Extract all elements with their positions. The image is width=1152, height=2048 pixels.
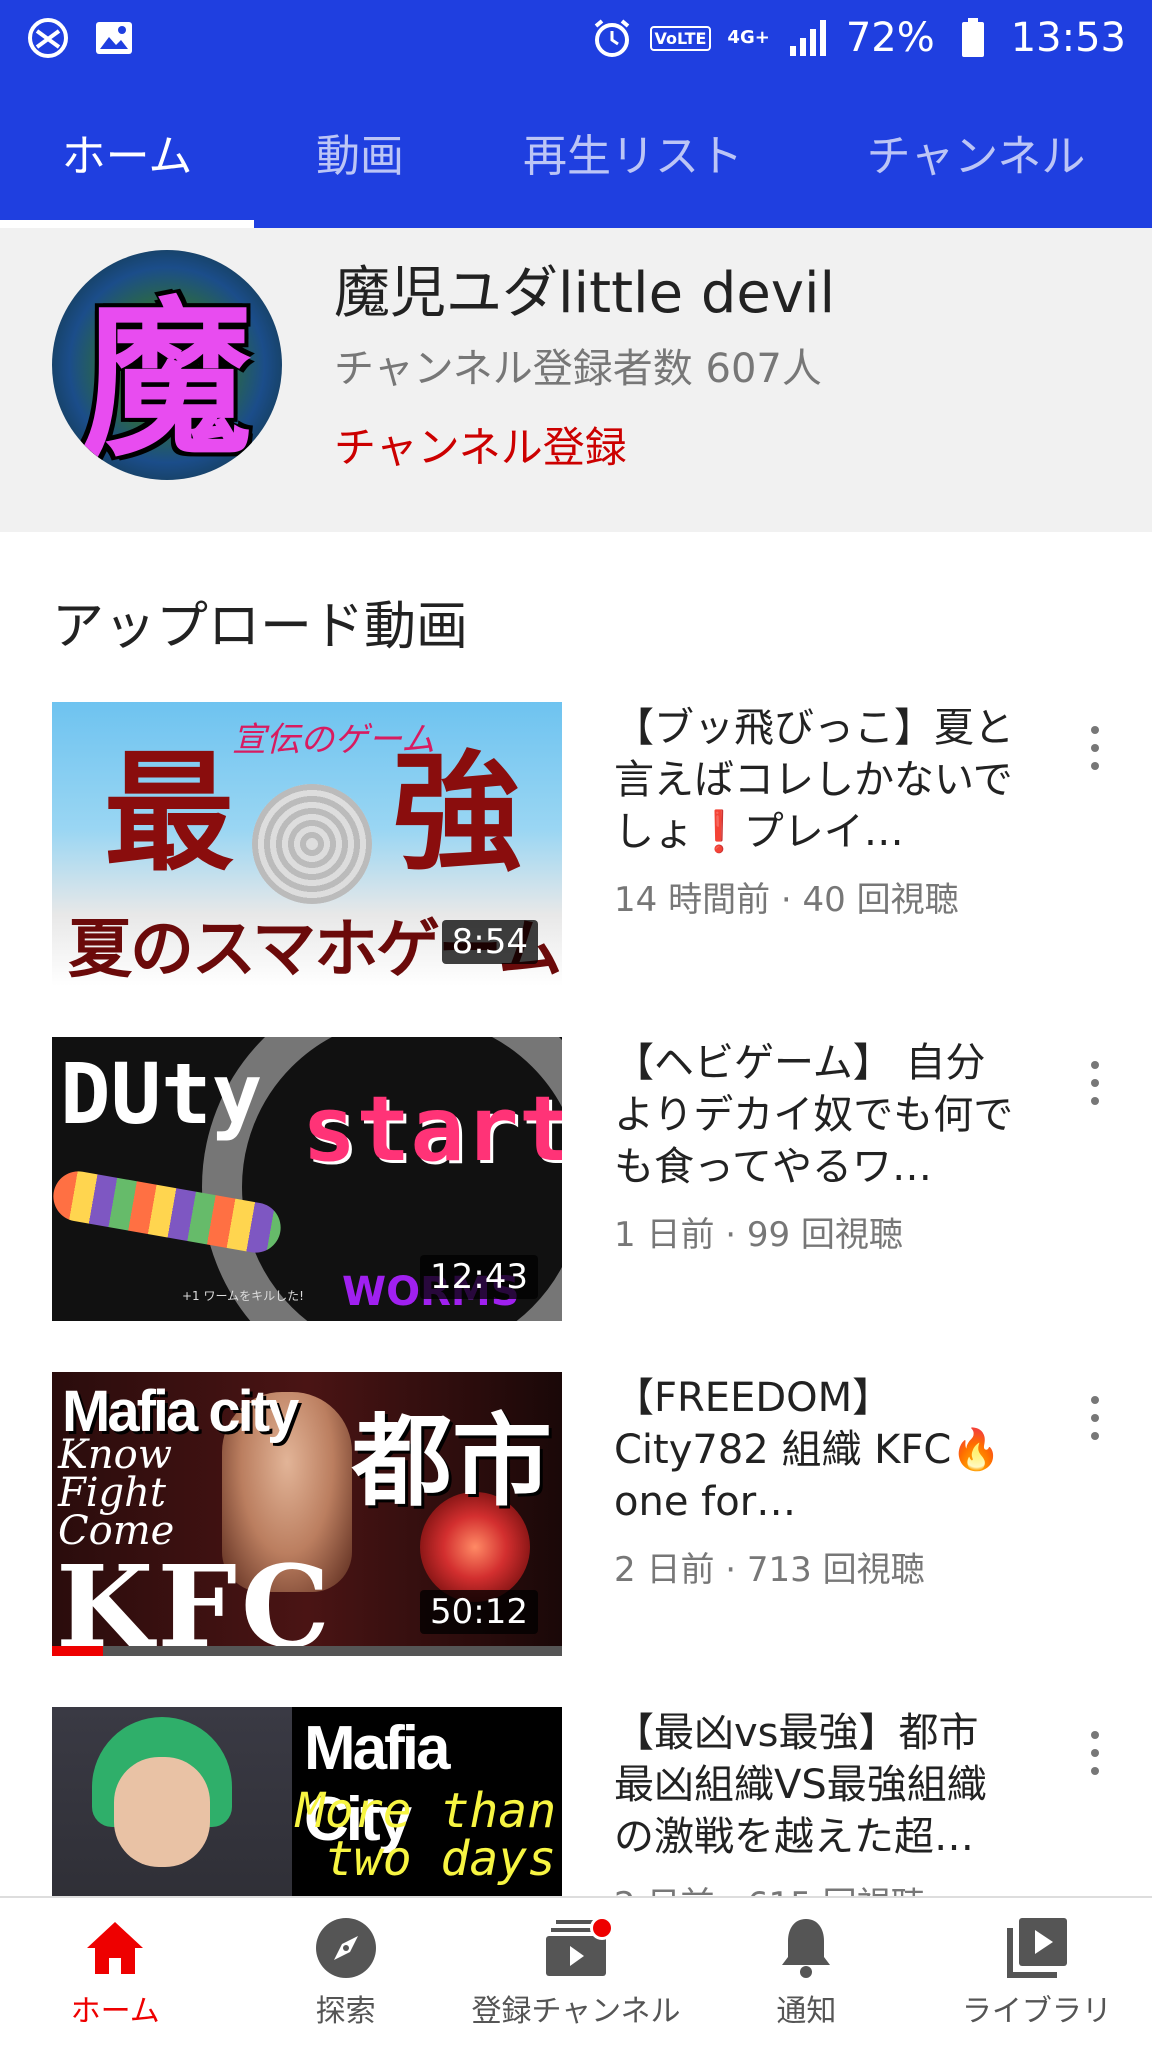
watch-progress-fill (52, 1646, 103, 1656)
channel-header: 魔 魔児ユダlittle devil チャンネル登録者数 607人 チャンネル登… (0, 228, 1152, 532)
thumb-text: 強 (392, 737, 523, 889)
nav-label: 登録チャンネル (471, 1994, 681, 2029)
subscriber-count: チャンネル登録者数 607人 (334, 346, 822, 392)
bell-icon (774, 1916, 838, 1980)
status-bar: VoLTE 4G+ 72% 13:53 (0, 0, 1152, 76)
video-item[interactable]: DUty start +1 ワームをキルした! WORMS ZONE 12:43… (0, 1037, 1152, 1327)
subscribe-button[interactable]: チャンネル登録 (334, 414, 627, 475)
thumb-text: DUty (60, 1045, 263, 1143)
thumb-text: 最 (104, 737, 235, 889)
video-title[interactable]: 【ブッ飛びっこ】夏と言えばコレしかないでしょ❗プレイ… (614, 702, 1014, 858)
video-item[interactable]: 最 宣伝のゲーム 強 夏のスマホゲーム 8:54 【ブッ飛びっこ】夏と言えばコレ… (0, 702, 1152, 992)
battery-percent: 72% (845, 15, 935, 61)
nav-label: 探索 (315, 1994, 376, 2029)
nav-notifications[interactable]: 通知 (691, 1898, 921, 2048)
thumb-text: start (302, 1077, 562, 1182)
video-duration: 12:43 (420, 1255, 538, 1299)
nav-label: ホーム (70, 1994, 160, 2029)
channel-name: 魔児ユダlittle devil (334, 261, 836, 326)
notification-badge (590, 1916, 615, 1940)
video-thumbnail[interactable]: Mafia city Know Fight Come 都市 KFC 782 50… (52, 1372, 562, 1656)
video-title[interactable]: 【FREEDOM】City782 組織 KFC🔥one for… (614, 1372, 1014, 1528)
video-title[interactable]: 【最凶vs最強】都市最凶組織VS最強組織の激戦を越えた超… (614, 1707, 1014, 1863)
nav-subscriptions[interactable]: 登録チャンネル (461, 1898, 691, 2048)
thumb-text: Know Fight Come (58, 1432, 175, 1554)
tab-channels[interactable]: チャンネル (800, 76, 1152, 228)
video-title[interactable]: 【ヘビゲーム】 自分よりデカイ奴でも何でも食ってやるワ… (614, 1037, 1014, 1193)
nav-explore[interactable]: 探索 (230, 1898, 460, 2048)
more-options-icon[interactable] (1082, 1731, 1108, 1775)
thumb-hat-art (252, 784, 372, 904)
nav-home[interactable]: ホーム (0, 1898, 230, 2048)
video-thumbnail[interactable]: 最 宣伝のゲーム 強 夏のスマホゲーム 8:54 (52, 702, 562, 986)
nav-label: ライブラリ (961, 1994, 1112, 2029)
thumb-text: +1 ワームをキルした! (182, 1289, 304, 1303)
nav-library[interactable]: ライブラリ (922, 1898, 1152, 2048)
nav-label: 通知 (776, 1994, 837, 2029)
avatar-glyph: 魔 (81, 282, 252, 480)
video-thumbnail[interactable]: DUty start +1 ワームをキルした! WORMS ZONE 12:43 (52, 1037, 562, 1321)
more-options-icon[interactable] (1082, 726, 1108, 770)
volte-indicator: VoLTE (649, 25, 712, 51)
library-icon (1005, 1916, 1069, 1980)
clock: 13:53 (1010, 15, 1126, 61)
app-notification-icon (26, 16, 70, 60)
video-duration: 50:12 (420, 1590, 538, 1634)
channel-tabs: ホーム 動画 再生リスト チャンネル (0, 76, 1152, 228)
video-item[interactable]: Mafia city Know Fight Come 都市 KFC 782 50… (0, 1372, 1152, 1662)
video-duration: 8:54 (441, 920, 538, 964)
battery-icon (951, 16, 995, 60)
thumb-text: More than two days (296, 1783, 557, 1887)
signal-icon (786, 16, 830, 60)
alarm-icon (590, 16, 634, 60)
channel-avatar[interactable]: 魔 (52, 250, 282, 480)
tab-playlists[interactable]: 再生リスト (466, 76, 800, 228)
video-meta: 1 日前 · 99 回視聴 (614, 1215, 903, 1255)
video-meta: 2 日前 · 713 回視聴 (614, 1550, 925, 1590)
explore-icon (314, 1916, 378, 1980)
thumb-text: 都市 (352, 1403, 552, 1520)
tab-home[interactable]: ホーム (0, 76, 254, 228)
image-notification-icon (92, 16, 136, 60)
home-icon (83, 1916, 147, 1980)
video-meta: 14 時間前 · 40 回視聴 (614, 880, 959, 920)
thumb-character-face (114, 1757, 210, 1867)
uploads-section-title: アップロード動画 (52, 597, 469, 657)
network-type: 4G+ (727, 27, 770, 48)
more-options-icon[interactable] (1082, 1396, 1108, 1440)
bottom-navigation: ホーム 探索 登録チャンネル 通知 ライブラリ (0, 1896, 1152, 2048)
more-options-icon[interactable] (1082, 1061, 1108, 1105)
watch-progress-bar (52, 1646, 562, 1656)
tab-videos[interactable]: 動画 (254, 76, 466, 228)
